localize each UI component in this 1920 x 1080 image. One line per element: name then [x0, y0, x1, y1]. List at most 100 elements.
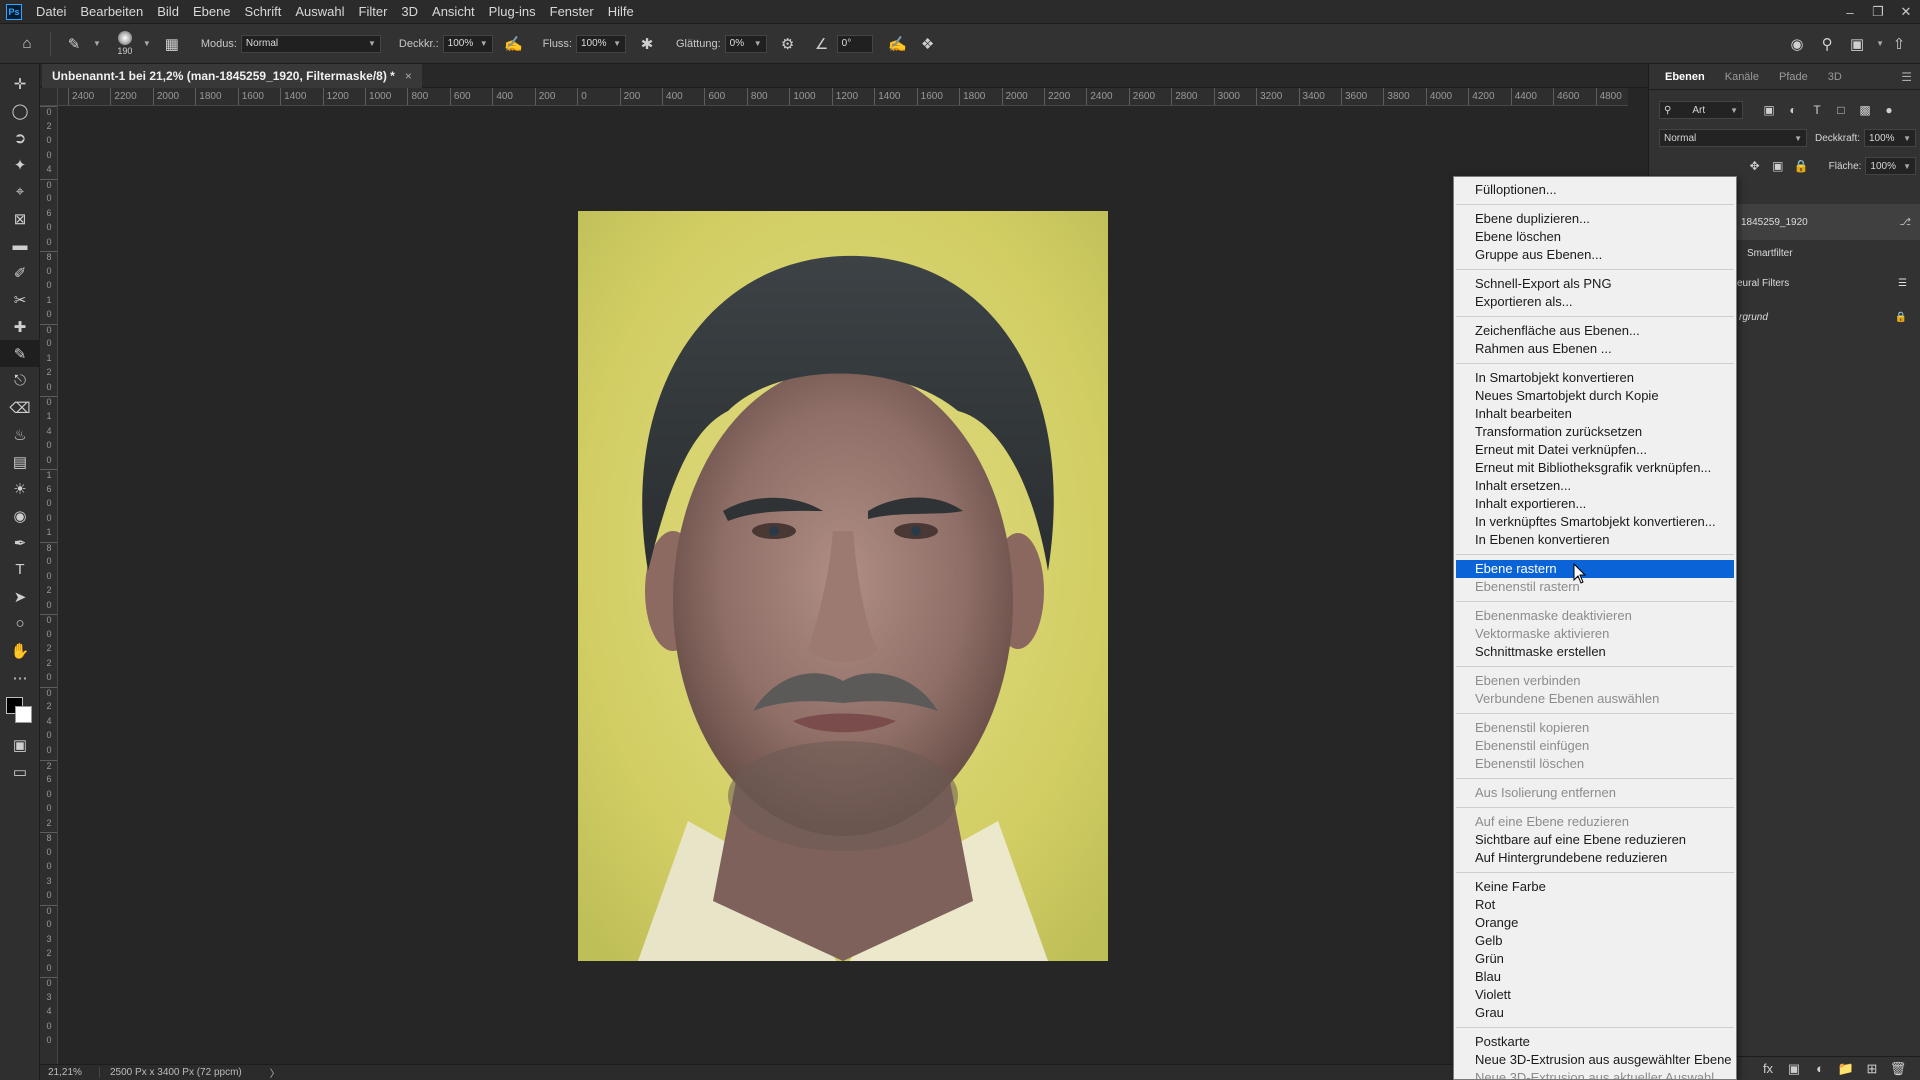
menu-item[interactable]: Datei: [29, 0, 73, 24]
blend-mode-select[interactable]: Normal ▼: [1659, 129, 1807, 147]
context-menu-item[interactable]: In Ebenen konvertieren: [1454, 531, 1736, 549]
fill-field[interactable]: 100% ▼: [1865, 157, 1916, 175]
add-mask-icon[interactable]: ▣: [1781, 1061, 1807, 1077]
pressure-opacity-icon[interactable]: ✍: [501, 31, 527, 57]
document-photo[interactable]: [578, 211, 1108, 961]
context-menu-item[interactable]: Ebene löschen: [1454, 228, 1736, 246]
blur-icon[interactable]: ☀: [0, 475, 40, 502]
new-group-icon[interactable]: 📁: [1833, 1061, 1859, 1077]
filter-options-icon[interactable]: ☰: [1898, 278, 1907, 289]
context-menu-item[interactable]: Postkarte: [1454, 1033, 1736, 1051]
pen-icon[interactable]: ✒: [0, 529, 40, 556]
quick-mask-icon[interactable]: ▣: [0, 731, 40, 758]
context-menu-item[interactable]: In verknüpftes Smartobjekt konvertieren.…: [1454, 513, 1736, 531]
hand-icon[interactable]: ✋: [0, 637, 40, 664]
angle-field[interactable]: 0°: [836, 34, 873, 53]
search-icon[interactable]: ⚲: [1814, 31, 1840, 57]
scissors-icon[interactable]: ✂: [0, 286, 40, 313]
context-menu-item[interactable]: Violett: [1454, 986, 1736, 1004]
screen-mode-icon[interactable]: ▭: [0, 758, 40, 785]
filter-shape-icon[interactable]: □: [1829, 103, 1853, 117]
close-icon[interactable]: ✕: [1892, 0, 1920, 24]
context-menu-item[interactable]: Inhalt ersetzen...: [1454, 477, 1736, 495]
menu-item[interactable]: Ansicht: [425, 0, 482, 24]
brush-tool-preset-icon[interactable]: ✎: [61, 31, 87, 57]
glaettung-field[interactable]: 0% ▼: [724, 34, 767, 53]
filter-pixel-icon[interactable]: ▣: [1757, 103, 1781, 117]
path-select-icon[interactable]: ➤: [0, 583, 40, 610]
context-menu-item[interactable]: Fülloptionen...: [1454, 181, 1736, 199]
adjustment-layer-icon[interactable]: ◐: [1807, 1061, 1833, 1076]
color-swatches[interactable]: [0, 691, 40, 731]
trash-icon[interactable]: 🗑: [1885, 1061, 1911, 1077]
learn-icon[interactable]: ◉: [1784, 31, 1810, 57]
context-menu-item[interactable]: Transformation zurücksetzen: [1454, 423, 1736, 441]
lock-position-icon[interactable]: ✥: [1743, 159, 1766, 173]
crop-icon[interactable]: ⌖: [0, 178, 40, 205]
filter-type-icon[interactable]: T: [1805, 103, 1829, 117]
context-menu-item[interactable]: In Smartobjekt konvertieren: [1454, 369, 1736, 387]
close-icon[interactable]: ×: [405, 69, 412, 83]
eraser-icon[interactable]: ⌫: [0, 394, 40, 421]
context-menu-item[interactable]: Neues Smartobjekt durch Kopie: [1454, 387, 1736, 405]
dodge-icon[interactable]: ◉: [0, 502, 40, 529]
healing-icon[interactable]: ✚: [0, 313, 40, 340]
lasso-icon[interactable]: ➲: [0, 124, 40, 151]
context-menu-item[interactable]: Zeichenfläche aus Ebenen...: [1454, 322, 1736, 340]
context-menu-item[interactable]: Ebene duplizieren...: [1454, 210, 1736, 228]
menu-item[interactable]: Bearbeiten: [73, 0, 150, 24]
fx-icon[interactable]: fx: [1755, 1061, 1781, 1076]
context-menu-item[interactable]: Erneut mit Bibliotheksgrafik verknüpfen.…: [1454, 459, 1736, 477]
symmetry-icon[interactable]: ❖: [915, 31, 941, 57]
brush-preset-picker[interactable]: 190: [111, 31, 139, 56]
context-menu-item[interactable]: Inhalt bearbeiten: [1454, 405, 1736, 423]
workspace-icon[interactable]: ▣: [1844, 31, 1870, 57]
airbrush-icon[interactable]: ✱: [634, 31, 660, 57]
modus-select[interactable]: Normal ▼: [240, 34, 381, 53]
context-menu-item[interactable]: Gelb: [1454, 932, 1736, 950]
context-menu-item[interactable]: Grau: [1454, 1004, 1736, 1022]
panel-tab[interactable]: Kanäle: [1715, 64, 1769, 90]
menu-item[interactable]: Bild: [150, 0, 186, 24]
status-arrow-icon[interactable]: 〉: [242, 1065, 280, 1080]
context-menu-item[interactable]: Gruppe aus Ebenen...: [1454, 246, 1736, 264]
zoom-level[interactable]: 21,21%: [40, 1067, 100, 1078]
eyedropper-icon[interactable]: ✐: [0, 259, 40, 286]
filter-smartobject-icon[interactable]: ▩: [1853, 103, 1877, 117]
gear-icon[interactable]: ⚙: [775, 31, 801, 57]
menu-item[interactable]: Schrift: [238, 0, 289, 24]
context-menu-item[interactable]: Schnittmaske erstellen: [1454, 643, 1736, 661]
menu-item[interactable]: Auswahl: [288, 0, 351, 24]
filter-toggle-icon[interactable]: ●: [1877, 103, 1901, 117]
background-color-swatch[interactable]: [15, 706, 32, 723]
filter-adjustment-icon[interactable]: ◐: [1781, 103, 1805, 117]
context-menu-item[interactable]: Blau: [1454, 968, 1736, 986]
restore-icon[interactable]: ❐: [1864, 0, 1892, 24]
paint-bucket-icon[interactable]: ♨: [0, 421, 40, 448]
layer-filter-select[interactable]: ⚲ Art ▼: [1659, 101, 1743, 119]
marquee-icon[interactable]: ◯: [0, 97, 40, 124]
shape-icon[interactable]: ○: [0, 610, 40, 637]
gradient-icon[interactable]: ▤: [0, 448, 40, 475]
chevron-down-icon[interactable]: ▼: [143, 39, 151, 48]
home-icon[interactable]: ⌂: [14, 31, 40, 57]
panel-tab[interactable]: 3D: [1818, 64, 1852, 90]
panel-tab[interactable]: Ebenen: [1655, 64, 1715, 90]
magic-wand-icon[interactable]: ✦: [0, 151, 40, 178]
menu-item[interactable]: 3D: [394, 0, 425, 24]
chevron-down-icon[interactable]: ▼: [1876, 39, 1884, 48]
context-menu-item[interactable]: Erneut mit Datei verknüpfen...: [1454, 441, 1736, 459]
canvas-area[interactable]: [58, 106, 1628, 1064]
context-menu-item[interactable]: Exportieren als...: [1454, 293, 1736, 311]
panel-tab[interactable]: Pfade: [1769, 64, 1818, 90]
minimize-icon[interactable]: –: [1836, 0, 1864, 24]
context-menu-item[interactable]: Keine Farbe: [1454, 878, 1736, 896]
context-menu-item[interactable]: Inhalt exportieren...: [1454, 495, 1736, 513]
stamp-icon[interactable]: ⎋: [0, 367, 40, 394]
document-tab[interactable]: Unbenannt-1 bei 21,2% (man-1845259_1920,…: [42, 64, 422, 88]
context-menu-item[interactable]: Schnell-Export als PNG: [1454, 275, 1736, 293]
move-icon[interactable]: ✛: [0, 70, 40, 97]
chevron-down-icon[interactable]: ▼: [93, 39, 101, 48]
more-tools-icon[interactable]: ⋯: [0, 664, 40, 691]
context-menu-item[interactable]: Orange: [1454, 914, 1736, 932]
